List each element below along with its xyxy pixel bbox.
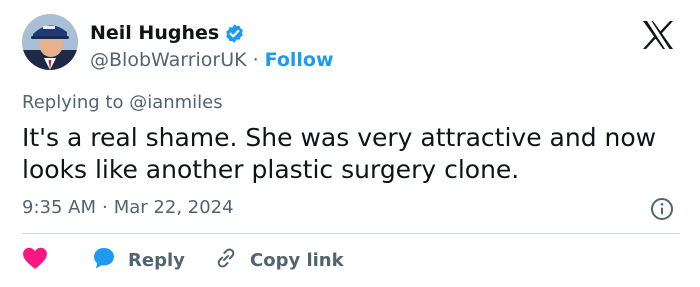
author-display-name[interactable]: Neil Hughes xyxy=(90,22,219,44)
tweet-text: It's a real shame. She was very attracti… xyxy=(22,123,657,184)
verified-badge-icon xyxy=(224,23,245,44)
handle-separator: · xyxy=(252,49,259,71)
tweet-timestamp[interactable]: 9:35 AM · Mar 22, 2024 xyxy=(22,197,234,218)
avatar-image-icon xyxy=(22,14,78,70)
timestamp-separator: · xyxy=(102,197,108,218)
reply-label: Reply xyxy=(128,249,185,271)
author-handle[interactable]: @BlobWarriorUK xyxy=(90,49,247,71)
tweet-date: Mar 22, 2024 xyxy=(113,197,234,218)
copy-link-label: Copy link xyxy=(250,249,344,271)
author-name-row: Neil Hughes xyxy=(90,20,245,46)
follow-button[interactable]: Follow xyxy=(265,49,334,71)
tweet-time: 9:35 AM xyxy=(22,197,96,218)
reply-button[interactable]: Reply xyxy=(92,246,214,274)
copy-link-button[interactable]: Copy link xyxy=(214,246,344,274)
speech-bubble-icon xyxy=(92,246,116,274)
avatar[interactable] xyxy=(22,14,78,70)
x-logo-icon[interactable] xyxy=(641,20,675,50)
like-button[interactable] xyxy=(22,246,92,274)
link-icon xyxy=(214,246,238,274)
author-handle-row: @BlobWarriorUK · Follow xyxy=(90,47,334,73)
divider xyxy=(22,233,680,234)
heart-icon xyxy=(22,246,48,274)
info-icon[interactable] xyxy=(650,197,674,221)
tweet-card: Neil Hughes @BlobWarriorUK · Follow Repl… xyxy=(0,0,700,287)
replying-to-label: Replying to @ianmiles xyxy=(22,92,223,113)
action-bar: Reply Copy link xyxy=(22,245,344,275)
